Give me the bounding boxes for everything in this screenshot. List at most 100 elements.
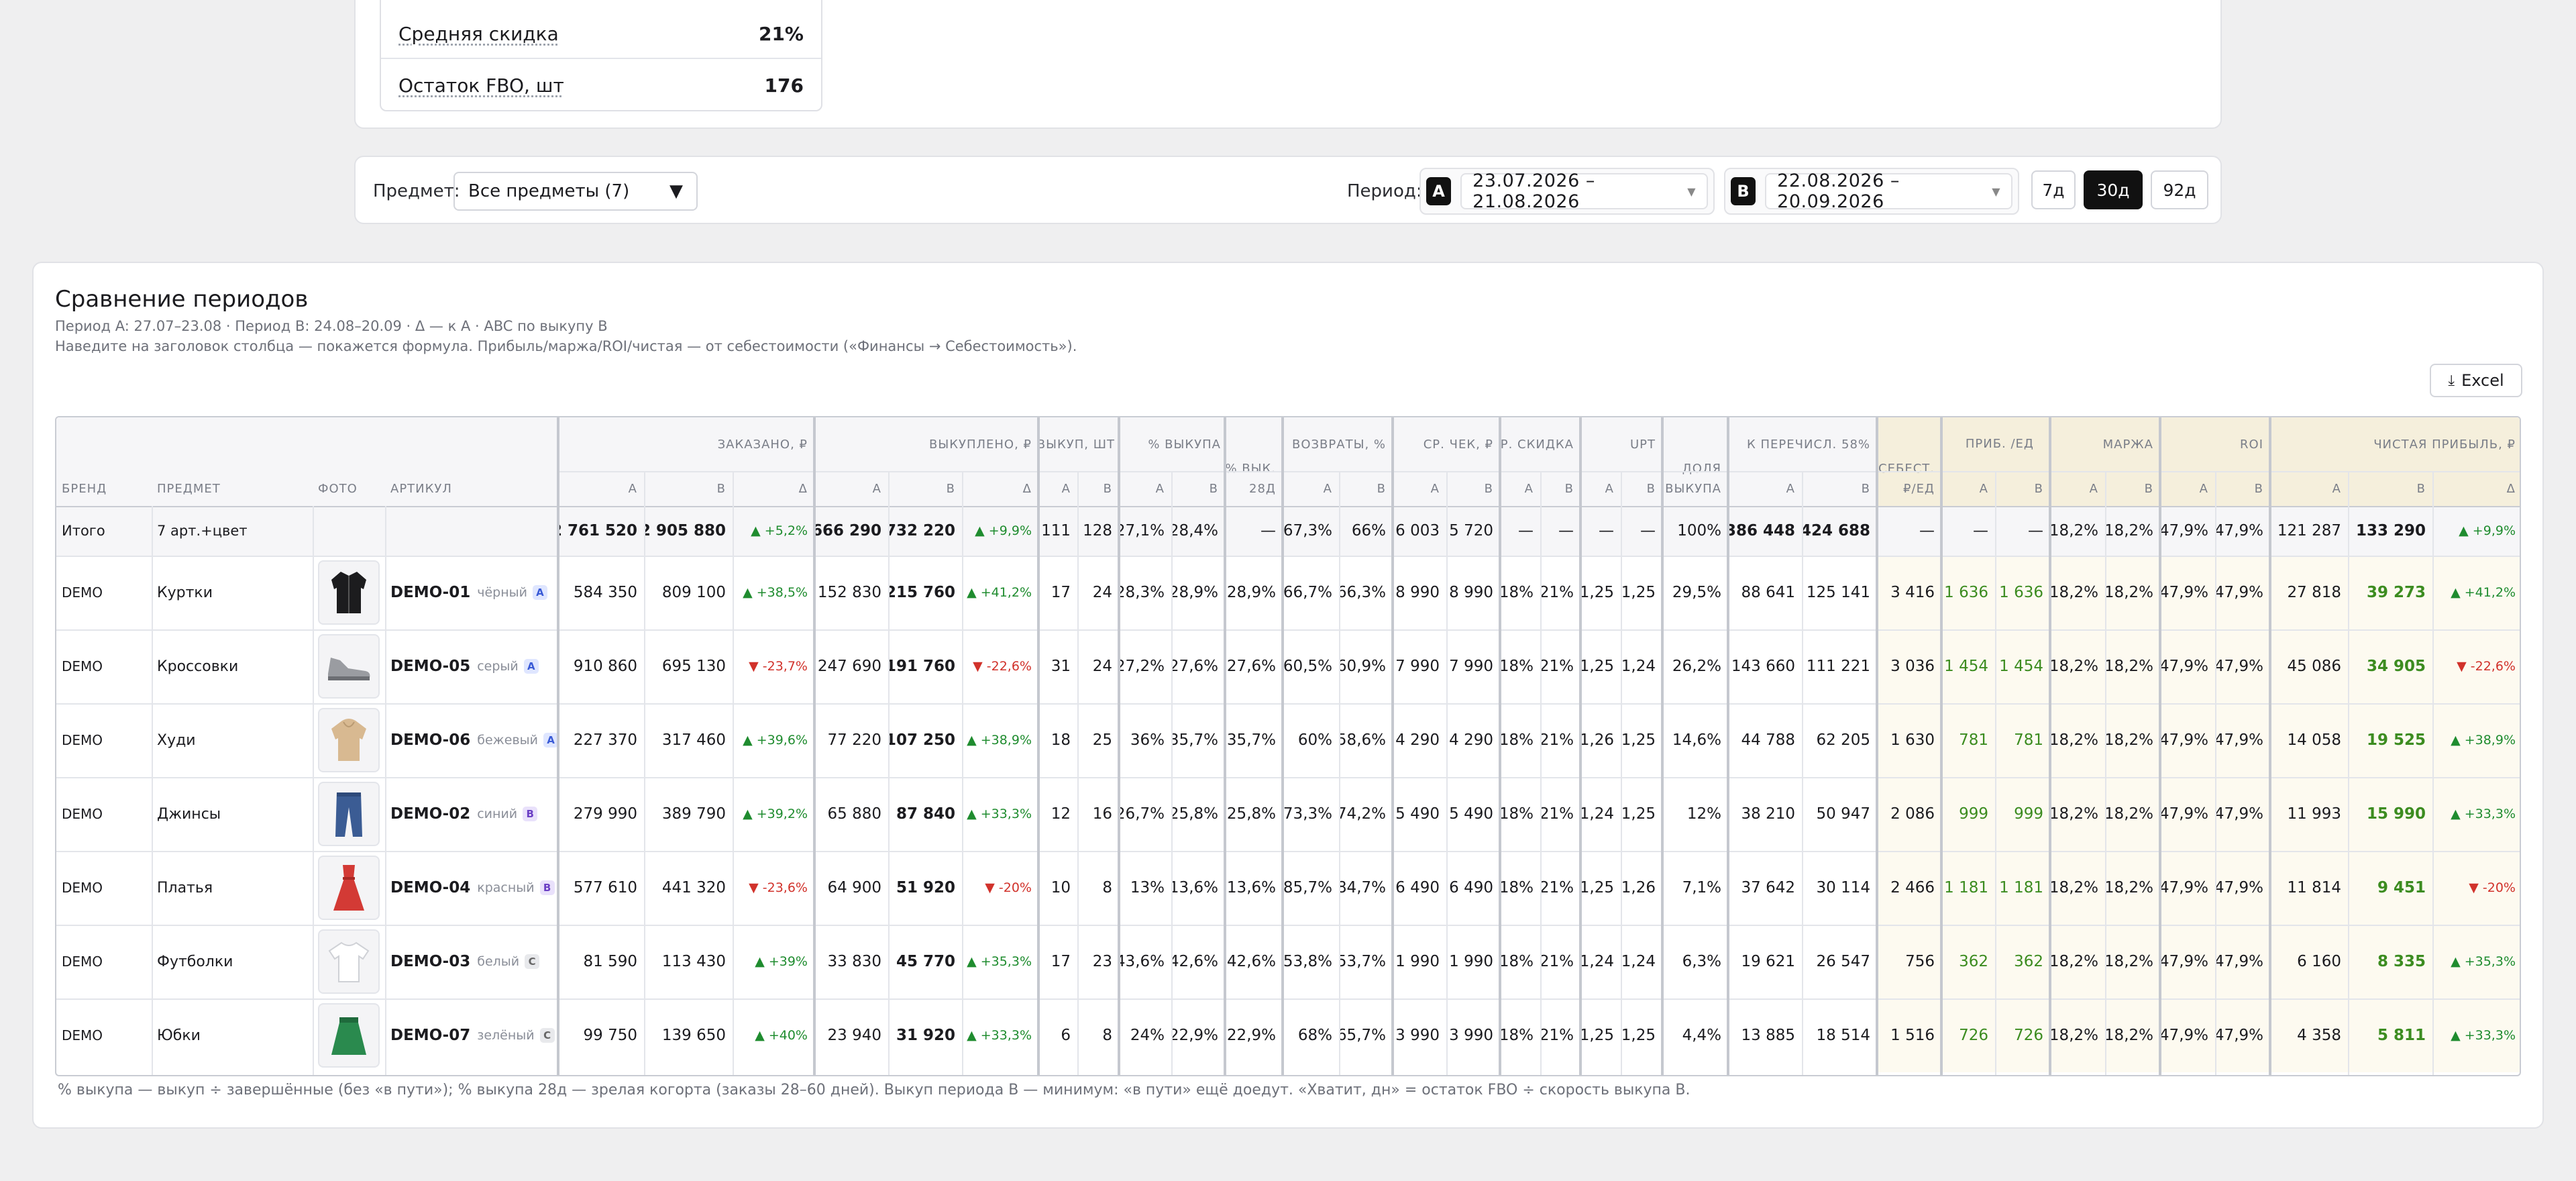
row-subject: Платья [157, 879, 213, 896]
product-photo[interactable] [318, 929, 380, 994]
subheader-net_b[interactable]: B [2348, 471, 2432, 506]
row-article[interactable]: DEMO-06 бежевый A [385, 703, 558, 777]
article-code[interactable]: DEMO-02 [390, 805, 470, 823]
total-ord_a: 2 761 520 [558, 522, 637, 540]
row-ret_a: 85,7% [1283, 879, 1332, 896]
header-group-profit-unit[interactable]: ПРИБ. /ЕД [1941, 417, 2050, 471]
header-group-upt[interactable]: UPT [1580, 417, 1662, 471]
header-group-discount[interactable]: СР. СКИДКА [1500, 417, 1580, 471]
subheader-upt_a[interactable]: A [1580, 471, 1621, 506]
row-pay_a: 13 885 [1741, 1027, 1795, 1044]
row-qty_a: 10 [1051, 879, 1071, 896]
subject-select[interactable]: Все предметы (7) ▼ [453, 172, 698, 211]
header-group-returns[interactable]: ВОЗВРАТЫ, % [1283, 417, 1393, 471]
excel-export-button[interactable]: ⤓ Excel [2430, 364, 2522, 397]
row-article[interactable]: DEMO-03 белый C [385, 925, 558, 998]
subheader-roi_a[interactable]: A [2160, 471, 2215, 506]
subheader-pay_b[interactable]: B [1802, 471, 1877, 506]
total-ppu_a: — [1973, 522, 1988, 540]
subheader-chk_a[interactable]: A [1393, 471, 1446, 506]
subheader-ppu_b[interactable]: B [1995, 471, 2050, 506]
preset-92d-button[interactable]: 92д [2151, 170, 2208, 209]
subheader-dis_b[interactable]: B [1540, 471, 1580, 506]
row-pay_b: 111 221 [1806, 658, 1870, 675]
row-share: 6,3% [1682, 953, 1721, 970]
column-divider [733, 471, 734, 1075]
subheader-ord_d[interactable]: Δ [733, 471, 814, 506]
product-photo[interactable] [318, 782, 380, 846]
product-photo[interactable] [318, 708, 380, 772]
row-ppu_b: 362 [2014, 953, 2043, 970]
subheader-pct_a[interactable]: A [1119, 471, 1171, 506]
subheader-net_d[interactable]: Δ [2432, 471, 2520, 506]
hoodie-icon [331, 719, 366, 761]
row-ord_a: 99 750 [583, 1027, 637, 1044]
period-b-value-box[interactable]: 22.08.2026 – 20.09.2026 ▼ [1765, 170, 2012, 212]
row-article[interactable]: DEMO-01 чёрный A [385, 556, 558, 629]
subheader-net_a[interactable]: A [2270, 471, 2348, 506]
product-photo[interactable] [318, 856, 380, 920]
subheader-ord_b[interactable]: B [644, 471, 733, 506]
preset-30d-button[interactable]: 30д [2084, 170, 2143, 209]
subheader-pct_b[interactable]: B [1171, 471, 1225, 506]
subheader-pay_a[interactable]: A [1728, 471, 1802, 506]
row-upt_b: 1,25 [1621, 805, 1656, 823]
summary-label[interactable]: Остаток FBO, шт [398, 74, 564, 97]
header-group-net-profit[interactable]: ЧИСТАЯ ПРИБЫЛЬ, ₽ [2270, 417, 2520, 471]
row-article[interactable]: DEMO-04 красный B [385, 851, 558, 925]
header-pct-28d[interactable]: % ВЫК. 28Д [1225, 452, 1283, 506]
header-group-bought[interactable]: ВЫКУПЛЕНО, ₽ [814, 417, 1038, 471]
subheader-ord_a[interactable]: A [558, 471, 644, 506]
period-a-value-box[interactable]: 23.07.2026 – 21.08.2026 ▼ [1460, 170, 1708, 212]
product-photo[interactable] [318, 634, 380, 699]
header-subject[interactable]: ПРЕДМЕТ [152, 471, 313, 506]
row-pay_a: 88 641 [1741, 584, 1795, 601]
product-photo[interactable] [318, 1003, 380, 1068]
jacket-icon [331, 572, 366, 613]
summary-label[interactable]: Средняя скидка [398, 23, 559, 45]
row-qty_b: 16 [1092, 805, 1112, 823]
row-article[interactable]: DEMO-02 синий B [385, 777, 558, 851]
subheader-chk_b[interactable]: B [1446, 471, 1500, 506]
subheader-qty_a[interactable]: A [1038, 471, 1077, 506]
period-b-picker[interactable]: B 22.08.2026 – 20.09.2026 ▼ [1724, 168, 2019, 215]
article-code[interactable]: DEMO-01 [390, 584, 470, 601]
header-group-ordered[interactable]: ЗАКАЗАНО, ₽ [558, 417, 814, 471]
total-qty_a: 111 [1041, 522, 1071, 540]
subheader-ret_b[interactable]: B [1339, 471, 1393, 506]
header-cost[interactable]: СЕБЕСТ. ₽/ЕД [1877, 452, 1941, 506]
article-code[interactable]: DEMO-07 [390, 1027, 470, 1044]
article-code[interactable]: DEMO-04 [390, 879, 470, 896]
subheader-dis_a[interactable]: A [1500, 471, 1540, 506]
subheader-buy_a[interactable]: A [814, 471, 888, 506]
subheader-qty_b[interactable]: B [1077, 471, 1119, 506]
subheader-ppu_a[interactable]: A [1941, 471, 1995, 506]
subheader-upt_b[interactable]: B [1621, 471, 1662, 506]
header-share[interactable]: ДОЛЯ ВЫКУПА [1662, 452, 1728, 506]
header-group-qty[interactable]: ВЫКУП, ШТ [1038, 417, 1119, 471]
preset-7d-button[interactable]: 7д [2031, 170, 2076, 209]
article-code[interactable]: DEMO-05 [390, 658, 470, 675]
period-a-picker[interactable]: A 23.07.2026 – 21.08.2026 ▼ [1419, 168, 1715, 215]
header-article[interactable]: АРТИКУЛ [385, 471, 558, 506]
header-group-payout[interactable]: К ПЕРЕЧИСЛ. 58% [1728, 417, 1877, 471]
row-share: 26,2% [1672, 658, 1721, 675]
header-group-roi[interactable]: ROI [2160, 417, 2270, 471]
header-group-pct[interactable]: % ВЫКУПА [1119, 417, 1225, 471]
row-article[interactable]: DEMO-05 серый A [385, 629, 558, 703]
header-brand[interactable]: БРЕНД [56, 471, 152, 506]
article-code[interactable]: DEMO-03 [390, 953, 470, 970]
product-photo[interactable] [318, 560, 380, 625]
subheader-ret_a[interactable]: A [1283, 471, 1339, 506]
subheader-mar_a[interactable]: A [2050, 471, 2105, 506]
subheader-buy_b[interactable]: B [888, 471, 962, 506]
subheader-roi_b[interactable]: B [2215, 471, 2270, 506]
article-code[interactable]: DEMO-06 [390, 731, 470, 749]
header-photo[interactable]: ФОТО [313, 471, 385, 506]
row-roi_a: 47,9% [2160, 658, 2208, 675]
header-group-margin[interactable]: МАРЖА [2050, 417, 2160, 471]
row-article[interactable]: DEMO-07 зелёный C [385, 998, 558, 1072]
subheader-buy_d[interactable]: Δ [962, 471, 1038, 506]
header-group-check[interactable]: СР. ЧЕК, ₽ [1393, 417, 1500, 471]
subheader-mar_b[interactable]: B [2105, 471, 2160, 506]
